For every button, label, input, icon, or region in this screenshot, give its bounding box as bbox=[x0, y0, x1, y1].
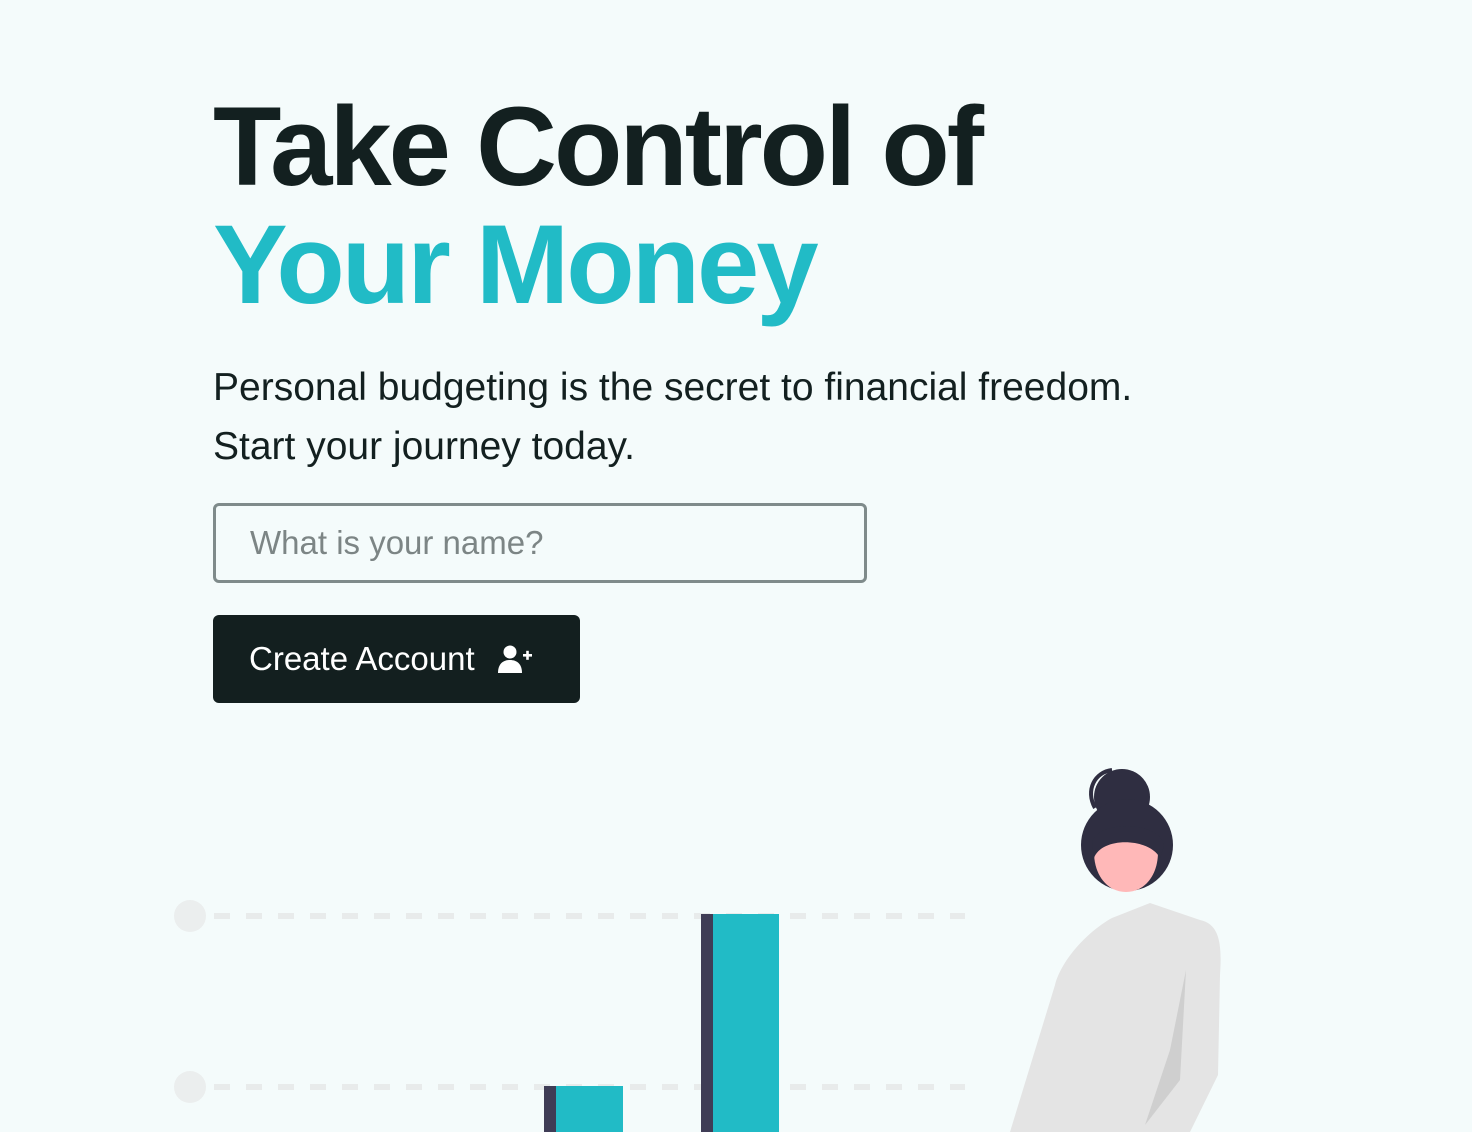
subtitle-line-2: Start your journey today. bbox=[213, 425, 635, 468]
bar-short bbox=[544, 1086, 623, 1132]
create-account-button[interactable]: Create Account bbox=[213, 615, 580, 703]
title-line-2-accent: Your Money bbox=[213, 202, 819, 327]
subtitle-line-1: Personal budgeting is the secret to fina… bbox=[213, 366, 1133, 409]
bar-tall bbox=[701, 914, 779, 1132]
page-title: Take Control of Your Money bbox=[213, 88, 1313, 324]
gridline-marker-top bbox=[174, 900, 206, 932]
create-account-button-label: Create Account bbox=[249, 640, 475, 677]
person-figure bbox=[1010, 768, 1221, 1132]
chart-gridlines bbox=[174, 900, 965, 1103]
body-coat bbox=[1010, 903, 1221, 1132]
budget-illustration bbox=[174, 768, 1221, 1132]
hero-section: Take Control of Your Money Personal budg… bbox=[213, 88, 1313, 469]
gridline-marker-bottom bbox=[174, 1071, 206, 1103]
user-plus-icon bbox=[497, 641, 533, 677]
hero-subtitle: Personal budgeting is the secret to fina… bbox=[213, 358, 1263, 476]
name-input[interactable] bbox=[213, 503, 867, 583]
title-line-1: Take Control of bbox=[213, 84, 984, 209]
